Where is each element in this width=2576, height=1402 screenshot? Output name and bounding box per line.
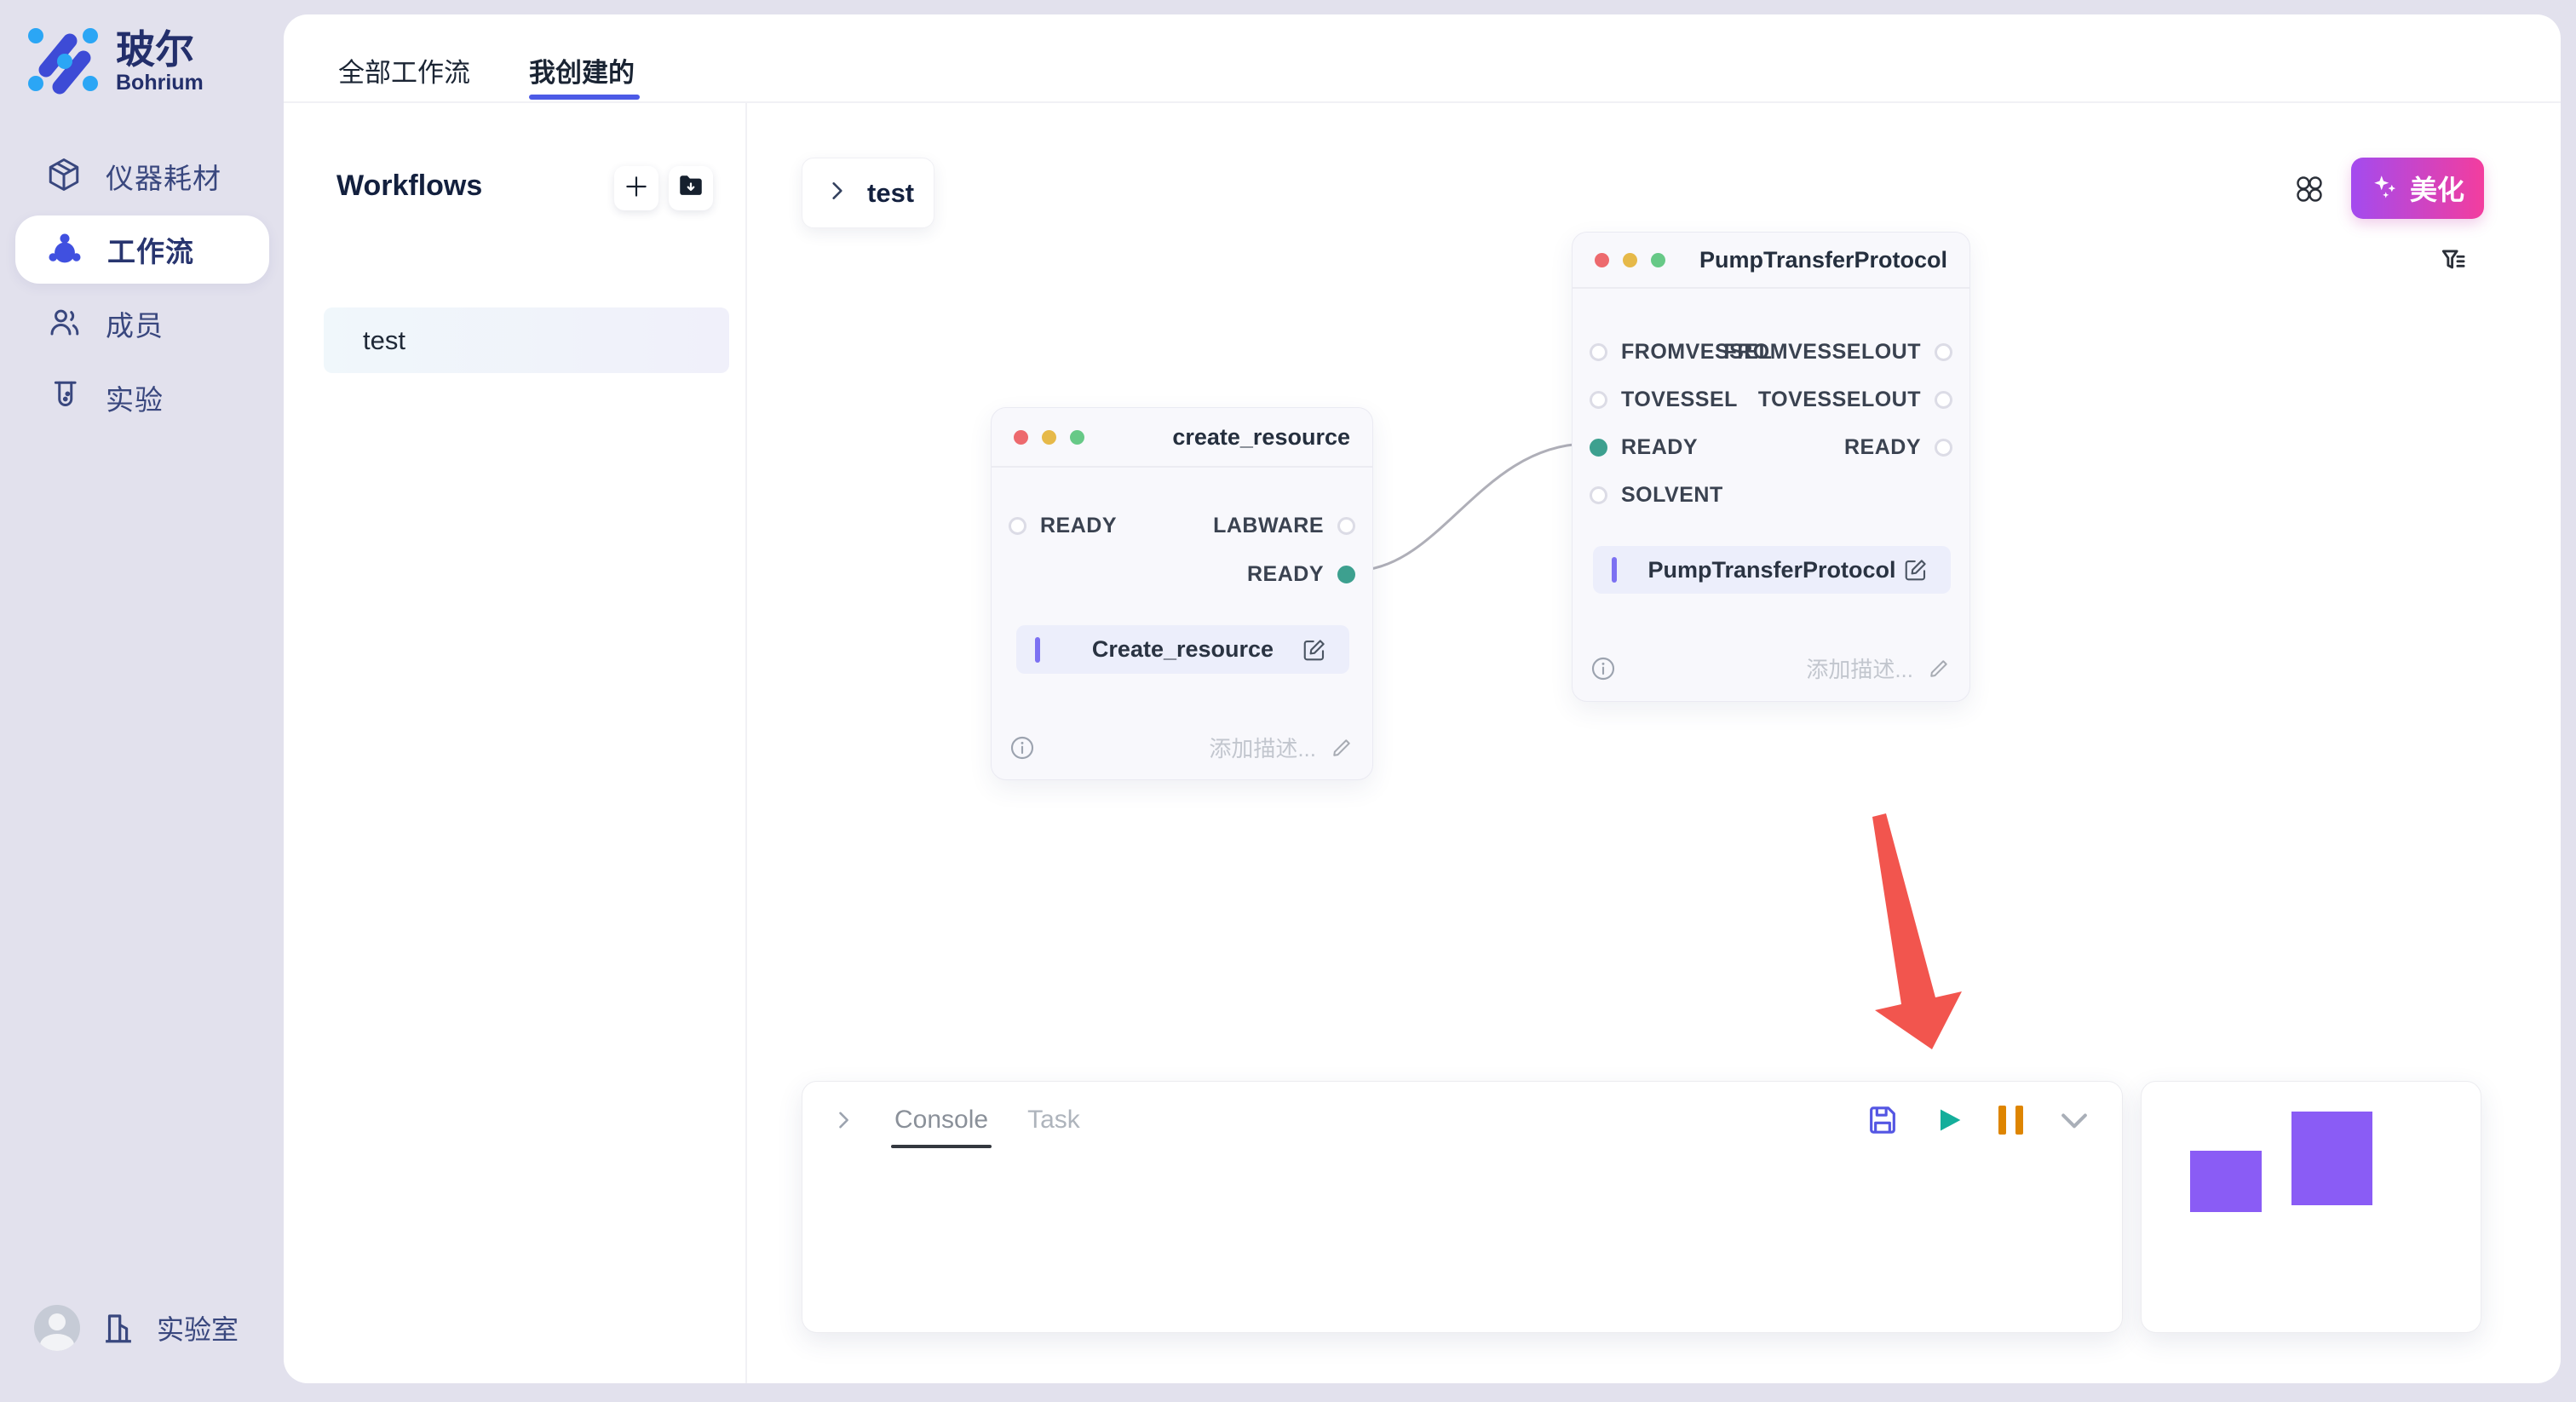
traffic-light-red-icon [1014, 430, 1028, 445]
port-dot[interactable] [1935, 439, 1952, 457]
port-solvent[interactable]: SOLVENT [1590, 483, 1723, 508]
traffic-light-green-icon [1651, 253, 1665, 267]
sidebar: 玻尔 Bohrium 仪器耗材 工作流 成员 [0, 0, 284, 1402]
node-title: PumpTransferProtocol [1699, 247, 1947, 273]
node-header[interactable]: create_resource [992, 408, 1372, 468]
tab-all-workflows[interactable]: 全部工作流 [338, 51, 470, 89]
sidebar-item-instruments[interactable]: 仪器耗材 [15, 142, 269, 210]
console-panel: Console Task [802, 1081, 2123, 1333]
bohrium-logo-icon [26, 22, 101, 101]
workflows-panel-title: Workflows [336, 170, 482, 203]
traffic-light-green-icon [1070, 430, 1084, 445]
node-action-box[interactable]: Create_resource [1016, 625, 1349, 674]
port-dot[interactable] [1935, 343, 1952, 361]
pencil-icon[interactable] [1927, 657, 1951, 681]
chevron-right-icon [826, 180, 848, 206]
minimap-node-pump-transfer [2291, 1112, 2372, 1205]
node-pump-transfer-protocol[interactable]: PumpTransferProtocol FROMVESSEL TOVESSEL… [1572, 232, 1970, 702]
beautify-button[interactable]: 美化 [2351, 158, 2484, 219]
description-placeholder[interactable]: 添加描述... [1806, 652, 1913, 684]
user-avatar[interactable] [34, 1305, 80, 1351]
port-dot[interactable] [1590, 391, 1607, 409]
lab-switcher-label[interactable]: 实验室 [157, 1308, 239, 1347]
info-icon[interactable] [1590, 655, 1617, 682]
port-dot[interactable] [1009, 517, 1026, 535]
traffic-light-red-icon [1595, 253, 1609, 267]
port-fromvesselout[interactable]: FROMVESSELOUT [1723, 340, 1952, 365]
port-ready-in[interactable]: READY [1009, 514, 1117, 538]
tabbar-divider [284, 101, 2561, 103]
workflow-icon [46, 229, 83, 271]
port-dot-connected[interactable] [1337, 566, 1355, 583]
add-workflow-button[interactable] [614, 166, 658, 210]
workflow-item-label: test [363, 325, 405, 356]
text-caret [1035, 637, 1040, 663]
minimap-node-create-resource [2190, 1151, 2262, 1212]
tab-created-by-me[interactable]: 我创建的 [529, 51, 635, 89]
breadcrumb[interactable]: test [802, 158, 934, 228]
port-ready-in[interactable]: READY [1590, 435, 1698, 460]
members-icon [46, 304, 82, 344]
edit-icon[interactable] [1302, 637, 1327, 663]
filter-icon[interactable] [2438, 244, 2470, 281]
import-folder-button[interactable] [669, 166, 713, 210]
pencil-icon[interactable] [1330, 736, 1354, 760]
node-footer: 添加描述... [1590, 652, 1951, 684]
edit-icon[interactable] [1903, 557, 1929, 583]
port-dot[interactable] [1590, 486, 1607, 504]
node-title: create_resource [1172, 424, 1350, 451]
experiment-icon [46, 378, 82, 418]
sidebar-item-label: 实验 [106, 377, 164, 418]
info-icon[interactable] [1009, 734, 1036, 761]
traffic-light-yellow-icon [1623, 253, 1637, 267]
workflows-panel: Workflows test [284, 103, 747, 1383]
sidebar-item-label: 工作流 [107, 229, 194, 270]
brand-name-zh: 玻尔 [116, 28, 204, 72]
sparkles-icon [2371, 172, 2400, 205]
port-tovessel[interactable]: TOVESSEL [1590, 388, 1738, 412]
pause-icon[interactable] [1998, 1106, 2023, 1135]
traffic-light-yellow-icon [1042, 430, 1056, 445]
description-placeholder[interactable]: 添加描述... [1209, 732, 1316, 763]
brand-logo: 玻尔 Bohrium [26, 22, 204, 101]
port-dot[interactable] [1590, 343, 1607, 361]
port-tovesselout[interactable]: TOVESSELOUT [1758, 388, 1952, 412]
sidebar-footer: 实验室 [34, 1305, 239, 1351]
node-header[interactable]: PumpTransferProtocol [1573, 233, 1969, 289]
port-dot[interactable] [1935, 391, 1952, 409]
sidebar-item-label: 成员 [106, 303, 164, 344]
beautify-button-label: 美化 [2410, 169, 2464, 208]
package-icon [46, 157, 82, 197]
node-action-box[interactable]: PumpTransferProtocol [1593, 546, 1951, 594]
node-create-resource[interactable]: create_resource READY LABWARE READY Crea… [991, 407, 1373, 780]
sidebar-item-members[interactable]: 成员 [15, 290, 269, 358]
breadcrumb-label: test [867, 178, 914, 209]
tab-task[interactable]: Task [1027, 1106, 1080, 1135]
workflow-list-item-test[interactable]: test [324, 307, 729, 373]
console-expand-chevron-icon[interactable] [831, 1108, 855, 1132]
plus-icon [623, 173, 650, 204]
port-ready-out[interactable]: READY [1844, 435, 1952, 460]
command-clover-icon[interactable] [2294, 174, 2325, 209]
play-icon[interactable] [1932, 1103, 1966, 1137]
active-tab-underline [529, 95, 640, 100]
sidebar-item-label: 仪器耗材 [106, 156, 221, 197]
port-dot-connected[interactable] [1590, 439, 1607, 457]
port-ready-out[interactable]: READY [1247, 562, 1355, 587]
tab-console[interactable]: Console [894, 1106, 988, 1135]
sidebar-item-experiments[interactable]: 实验 [15, 364, 269, 432]
node-footer: 添加描述... [1009, 732, 1354, 763]
sidebar-item-workflow[interactable]: 工作流 [15, 215, 269, 284]
chevron-down-icon[interactable] [2056, 1101, 2093, 1139]
port-labware-out[interactable]: LABWARE [1213, 514, 1355, 538]
save-icon[interactable] [1866, 1103, 1900, 1137]
text-caret [1612, 557, 1617, 583]
folder-download-icon [676, 172, 705, 205]
building-icon [101, 1310, 136, 1346]
minimap[interactable] [2141, 1081, 2481, 1333]
brand-name-en: Bohrium [116, 71, 204, 95]
port-dot[interactable] [1337, 517, 1355, 535]
